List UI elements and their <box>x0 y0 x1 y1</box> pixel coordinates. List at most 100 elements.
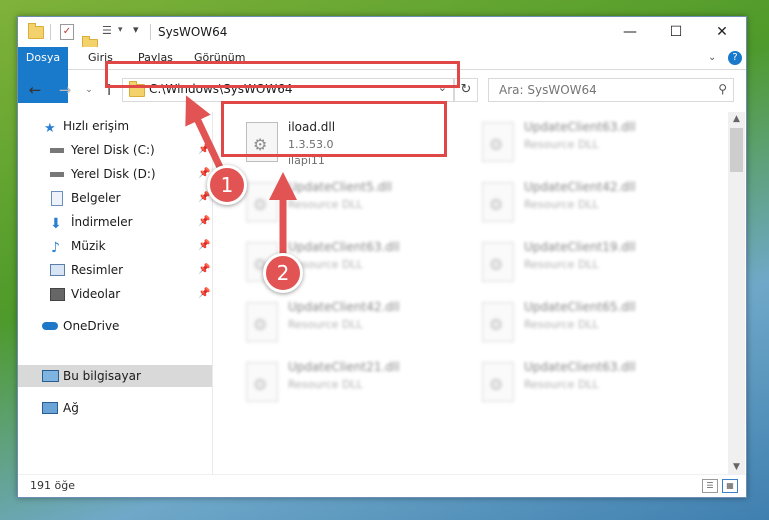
sidebar-item-label: Videolar <box>71 287 121 301</box>
expand-ribbon-icon[interactable]: ⌄ <box>708 47 716 69</box>
file-item[interactable]: UpdateClient63.dll Resource DLL <box>474 116 704 172</box>
file-description: Resource DLL <box>288 378 363 391</box>
search-box[interactable]: ⚲ <box>488 78 734 102</box>
file-description: Resource DLL <box>524 378 599 391</box>
sidebar-item-drive-d[interactable]: Yerel Disk (D:) 📌 <box>18 163 212 185</box>
pane-divider[interactable] <box>212 112 213 474</box>
dll-file-icon <box>482 302 514 342</box>
recent-locations-button[interactable]: ⌄ <box>80 81 98 99</box>
file-name: UpdateClient63.dll <box>288 240 400 254</box>
file-item[interactable]: UpdateClient21.dll Resource DLL <box>238 356 468 412</box>
sidebar-item-label: İndirmeler <box>71 215 133 229</box>
file-item[interactable]: UpdateClient19.dll Resource DLL <box>474 236 704 292</box>
sidebar-item-documents[interactable]: Belgeler 📌 <box>18 187 212 209</box>
scroll-down-icon[interactable]: ▼ <box>728 460 745 474</box>
sidebar-item-pictures[interactable]: Resimler 📌 <box>18 259 212 281</box>
sidebar-item-label: Hızlı erişim <box>63 119 130 133</box>
file-item[interactable]: UpdateClient5.dll Resource DLL <box>238 176 468 232</box>
pin-icon[interactable]: 📌 <box>198 283 210 305</box>
star-icon: ★ <box>44 121 56 136</box>
minimize-button[interactable]: — <box>607 17 653 47</box>
file-name: UpdateClient63.dll <box>524 360 636 374</box>
close-button[interactable]: ✕ <box>699 17 745 47</box>
scroll-thumb[interactable] <box>730 128 743 172</box>
file-name: UpdateClient5.dll <box>288 180 392 194</box>
vertical-scrollbar[interactable]: ▲ ▼ <box>728 112 745 474</box>
file-name: UpdateClient42.dll <box>524 180 636 194</box>
dll-file-icon <box>482 182 514 222</box>
file-name: UpdateClient19.dll <box>524 240 636 254</box>
file-item[interactable]: UpdateClient42.dll Resource DLL <box>238 296 468 352</box>
divider <box>150 24 151 40</box>
computer-icon <box>42 370 59 382</box>
back-button[interactable]: ← <box>26 81 44 99</box>
pin-icon[interactable]: 📌 <box>198 139 210 161</box>
sidebar-item-onedrive[interactable]: OneDrive <box>18 315 212 337</box>
documents-icon <box>51 191 63 206</box>
properties-icon[interactable]: ✓ <box>60 24 74 40</box>
file-item[interactable]: UpdateClient65.dll Resource DLL <box>474 296 704 352</box>
search-icon[interactable]: ⚲ <box>718 82 727 96</box>
file-name: UpdateClient63.dll <box>524 120 636 134</box>
navigation-pane: ★ Hızlı erişim Yerel Disk (C:) 📌 Yerel D… <box>18 112 212 474</box>
step-2-badge: 2 <box>263 253 303 293</box>
help-icon[interactable]: ? <box>728 51 742 65</box>
address-highlight-box <box>105 61 460 88</box>
file-name: UpdateClient42.dll <box>288 300 400 314</box>
sidebar-item-drive-c[interactable]: Yerel Disk (C:) 📌 <box>18 139 212 161</box>
customize-toolbar-icon[interactable]: ▾ <box>133 23 139 39</box>
status-bar: 191 öğe ☰ ▦ <box>18 474 746 498</box>
file-description: Resource DLL <box>524 198 599 211</box>
dll-file-icon <box>246 302 278 342</box>
pin-icon[interactable]: 📌 <box>198 235 210 257</box>
sidebar-item-videos[interactable]: Videolar 📌 <box>18 283 212 305</box>
file-description: Resource DLL <box>524 258 599 271</box>
video-icon <box>50 288 65 301</box>
large-icons-view-icon[interactable]: ▦ <box>722 479 738 493</box>
sidebar-item-label: Ağ <box>63 401 79 415</box>
dll-file-icon <box>482 122 514 162</box>
file-description: Resource DLL <box>288 318 363 331</box>
sidebar-item-label: OneDrive <box>63 319 120 333</box>
file-name: UpdateClient65.dll <box>524 300 636 314</box>
folder-icon <box>28 23 44 39</box>
file-description: Resource DLL <box>524 318 599 331</box>
download-icon: ⬇ <box>50 216 62 232</box>
scroll-up-icon[interactable]: ▲ <box>728 112 745 126</box>
file-list: iload.dll 1.3.53.0 ilapi11 UpdateClient6… <box>214 112 728 474</box>
file-name: UpdateClient21.dll <box>288 360 400 374</box>
cloud-icon <box>42 322 58 330</box>
file-item[interactable]: UpdateClient42.dll Resource DLL <box>474 176 704 232</box>
drive-icon <box>50 148 64 153</box>
item-count: 191 öğe <box>30 479 75 492</box>
dll-file-icon <box>246 362 278 402</box>
step-1-badge: 1 <box>207 165 247 205</box>
music-icon: ♪ <box>51 240 60 256</box>
sidebar-item-downloads[interactable]: ⬇ İndirmeler 📌 <box>18 211 212 233</box>
file-description: Resource DLL <box>288 198 363 211</box>
network-icon <box>42 402 58 414</box>
sidebar-item-music[interactable]: ♪ Müzik 📌 <box>18 235 212 257</box>
maximize-button[interactable]: ☐ <box>653 17 699 47</box>
sidebar-item-quick-access[interactable]: ★ Hızlı erişim <box>18 115 212 137</box>
sidebar-item-this-pc[interactable]: Bu bilgisayar <box>18 365 212 387</box>
sidebar-item-label: Yerel Disk (D:) <box>71 167 156 181</box>
file-description: Resource DLL <box>524 138 599 151</box>
dll-file-icon <box>246 182 278 222</box>
details-view-icon[interactable]: ☰ <box>702 479 718 493</box>
sidebar-item-network[interactable]: Ağ <box>18 397 212 419</box>
view-options-icon[interactable]: ☰ <box>102 24 114 38</box>
pin-icon[interactable]: 📌 <box>198 211 210 233</box>
pin-icon[interactable]: 📌 <box>198 259 210 281</box>
sidebar-item-label: Müzik <box>71 239 106 253</box>
drive-icon <box>50 172 64 177</box>
search-input[interactable] <box>497 82 701 98</box>
file-highlight-box <box>221 101 447 157</box>
title-bar: ✓ ☰ ▾ ▾ SysWOW64 — ☐ ✕ <box>18 17 746 52</box>
forward-button[interactable]: → <box>56 81 74 99</box>
sidebar-item-label: Belgeler <box>71 191 121 205</box>
file-item[interactable]: UpdateClient63.dll Resource DLL <box>474 356 704 412</box>
dropdown-icon[interactable]: ▾ <box>118 25 123 41</box>
divider <box>50 24 51 40</box>
sidebar-item-label: Bu bilgisayar <box>63 369 141 383</box>
